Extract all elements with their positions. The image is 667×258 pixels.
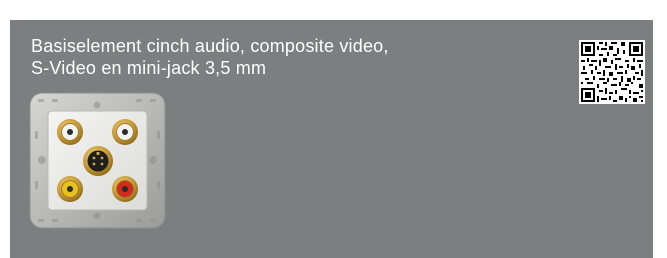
product-title: Basiselement cinch audio, composite vide… [31, 35, 389, 79]
s-video-socket [83, 146, 113, 176]
cinch-red [112, 176, 138, 202]
product-card: Basiselement cinch audio, composite vide… [10, 20, 653, 258]
cinch-white-left [57, 119, 83, 145]
qr-code-icon [579, 40, 645, 104]
cinch-white-right [112, 119, 138, 145]
product-title-line-2: S-Video en mini-jack 3,5 mm [31, 58, 267, 78]
product-title-line-1: Basiselement cinch audio, composite vide… [31, 36, 389, 56]
wall-socket-av-panel-image [29, 92, 166, 229]
cinch-yellow [57, 176, 83, 202]
